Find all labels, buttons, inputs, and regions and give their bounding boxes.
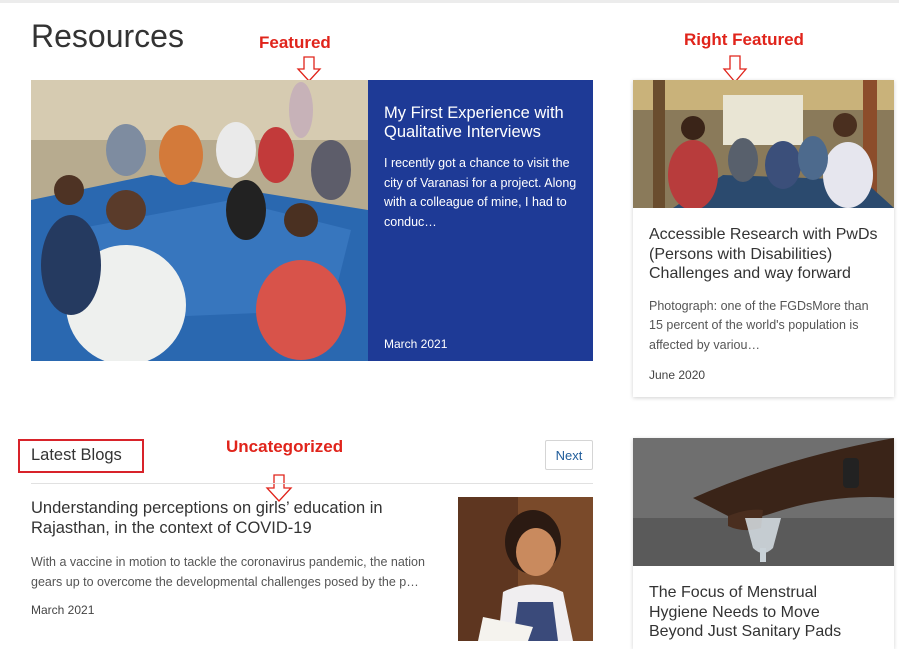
right-card-pwd-photo[interactable] xyxy=(633,80,894,208)
right-card-menstrual[interactable]: The Focus of Menstrual Hygiene Needs to … xyxy=(633,438,894,649)
blog-post-photo[interactable] xyxy=(458,497,593,641)
fgd-photo xyxy=(633,80,894,208)
annotation-arrow-featured xyxy=(296,56,322,82)
annotation-featured: Featured xyxy=(259,33,331,52)
right-card-menstrual-title[interactable]: The Focus of Menstrual Hygiene Needs to … xyxy=(649,583,878,642)
right-card-pwd-excerpt: Photograph: one of the FGDsMore than 15 … xyxy=(649,298,869,352)
menstrual-cup-photo xyxy=(633,438,894,566)
blog-post-excerpt: With a vaccine in motion to tackle the c… xyxy=(31,555,425,589)
next-button[interactable]: Next xyxy=(545,440,593,470)
right-card-pwd[interactable]: Accessible Research with PwDs (Persons w… xyxy=(633,80,894,397)
group-meeting-photo xyxy=(31,80,368,361)
blog-post-title[interactable]: Understanding perceptions on girls’ educ… xyxy=(31,498,441,538)
right-card-pwd-title[interactable]: Accessible Research with PwDs (Persons w… xyxy=(649,225,878,284)
annotation-uncategorized: Uncategorized xyxy=(226,437,344,456)
right-card-menstrual-photo[interactable] xyxy=(633,438,894,566)
latest-blogs-heading: Latest Blogs xyxy=(31,446,122,464)
blog-post-date: March 2021 xyxy=(31,603,95,617)
featured-photo[interactable] xyxy=(31,80,368,361)
featured-card[interactable]: My First Experience with Qualitative Int… xyxy=(31,80,593,361)
girl-studying-photo xyxy=(458,497,593,641)
top-border xyxy=(0,0,899,3)
divider xyxy=(31,483,593,484)
annotation-arrow-right-featured xyxy=(722,55,748,83)
page-title: Resources xyxy=(31,18,184,54)
annotation-right-featured: Right Featured xyxy=(684,30,804,49)
featured-excerpt: I recently got a chance to visit the cit… xyxy=(384,156,577,229)
featured-title[interactable]: My First Experience with Qualitative Int… xyxy=(384,104,577,142)
right-card-pwd-date: June 2020 xyxy=(649,368,706,382)
featured-date: March 2021 xyxy=(384,337,448,351)
featured-text-panel[interactable]: My First Experience with Qualitative Int… xyxy=(368,80,593,361)
